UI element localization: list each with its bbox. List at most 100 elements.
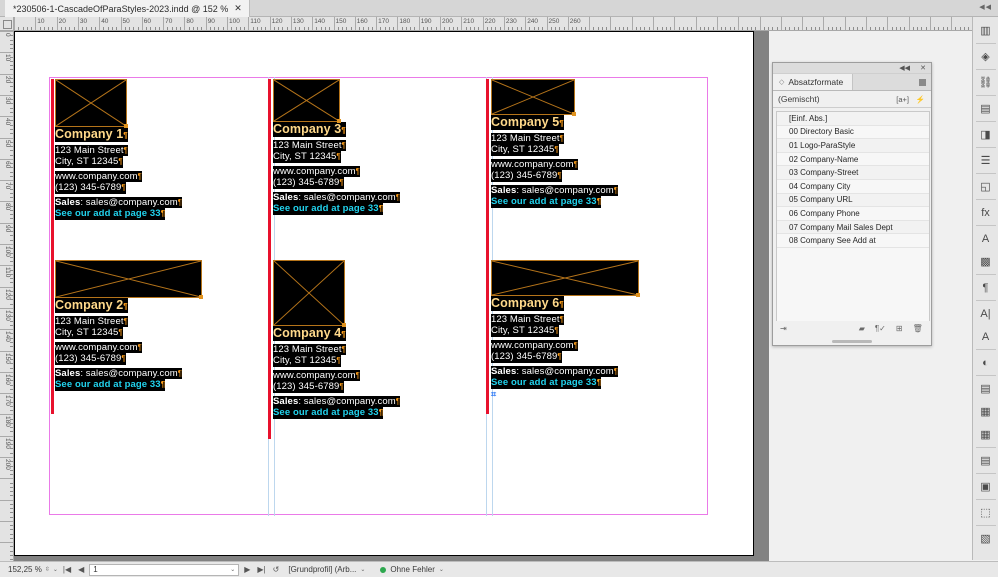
company-name: Company 4¶ bbox=[273, 326, 346, 341]
character-styles-panel-icon[interactable]: A| bbox=[974, 302, 998, 325]
company-text-block[interactable]: Company 5¶123 Main Street¶City, ST 12345… bbox=[491, 115, 618, 208]
panel-menu-icon[interactable] bbox=[919, 79, 926, 86]
color-panel-icon[interactable]: ◨ bbox=[974, 123, 998, 146]
pathfinder-panel-icon[interactable]: ▣ bbox=[974, 475, 998, 498]
paragraph-style-item[interactable]: 02 Company-Name bbox=[777, 153, 929, 167]
paragraph-style-label: 03 Company-Street bbox=[789, 168, 858, 177]
delete-style-icon[interactable]: 🗑 bbox=[913, 325, 923, 333]
last-page-button[interactable]: ▶| bbox=[257, 565, 265, 574]
links-panel-icon[interactable]: ⛓ bbox=[974, 71, 998, 94]
logo-image-frame[interactable] bbox=[273, 79, 340, 122]
paragraph-styles-panel[interactable]: ◀◀ ✕ ◇ Absatzformate (Gemischt) [a+] ⚡ [… bbox=[772, 62, 932, 346]
cell-styles-panel-icon[interactable]: ▦ bbox=[974, 400, 998, 423]
chevron-down-icon[interactable]: ⌄ bbox=[53, 566, 58, 573]
logo-image-frame[interactable] bbox=[55, 260, 202, 298]
paragraph-style-item[interactable]: 01 Logo-ParaStyle bbox=[777, 139, 929, 153]
logo-image-frame[interactable] bbox=[491, 260, 639, 296]
close-icon[interactable]: ✕ bbox=[234, 3, 242, 14]
company-text-block[interactable]: Company 6¶123 Main Street¶City, ST 12345… bbox=[491, 296, 639, 389]
new-style-icon[interactable]: ⊞ bbox=[896, 325, 903, 333]
effects-panel-icon[interactable]: fx bbox=[974, 201, 998, 224]
company-text-block[interactable]: Company 3¶123 Main Street¶City, ST 12345… bbox=[273, 122, 400, 215]
panel-footer[interactable]: ⇥ ▰ ¶✓ ⊞ 🗑 bbox=[776, 321, 930, 336]
clear-overrides-pilcrow-icon[interactable]: ¶✓ bbox=[875, 325, 886, 333]
collapse-icon[interactable]: ◀◀ bbox=[979, 4, 992, 11]
close-icon[interactable]: ✕ bbox=[920, 64, 926, 72]
paragraph-style-item[interactable]: 07 Company Mail Sales Dept bbox=[777, 221, 929, 235]
apply-next-style-icon[interactable]: [a+] bbox=[896, 95, 909, 104]
pages-panel-icon[interactable]: ▥ bbox=[974, 19, 998, 42]
company-city: City, ST 12345¶ bbox=[491, 325, 559, 337]
first-page-button[interactable]: |◀ bbox=[63, 565, 71, 574]
zoom-level-value[interactable]: 152,25 % bbox=[8, 565, 42, 574]
chevron-down-icon[interactable]: ⌄ bbox=[439, 566, 444, 573]
gradient-panel-icon[interactable]: ◱ bbox=[974, 175, 998, 198]
company-block[interactable]: Company 4¶123 Main Street¶City, ST 12345… bbox=[273, 260, 400, 419]
company-name: Company 5¶ bbox=[491, 115, 564, 130]
company-url: www.company.com¶ bbox=[273, 166, 360, 178]
preflight-profile[interactable]: [Grundprofil] (Arb... ⌄ bbox=[288, 565, 365, 574]
preflight-status[interactable]: Ohne Fehler ⌄ bbox=[380, 565, 444, 574]
company-text-block[interactable]: Company 1¶123 Main Street¶City, ST 12345… bbox=[55, 127, 182, 220]
paragraph-style-item[interactable]: 05 Company URL bbox=[777, 194, 929, 208]
panel-resize-grip[interactable] bbox=[832, 340, 872, 343]
document-canvas[interactable]: Company 1¶123 Main Street¶City, ST 12345… bbox=[14, 31, 769, 561]
paragraph-style-item[interactable]: 03 Company-Street bbox=[777, 166, 929, 180]
next-page-button[interactable]: ▶ bbox=[244, 565, 250, 574]
company-block[interactable]: Company 1¶123 Main Street¶City, ST 12345… bbox=[55, 79, 182, 220]
company-block[interactable]: Company 5¶123 Main Street¶City, ST 12345… bbox=[491, 79, 618, 208]
glyphs-panel-icon[interactable]: A bbox=[974, 325, 998, 348]
logo-image-frame[interactable] bbox=[491, 79, 575, 115]
table-styles-panel-icon[interactable]: ▦ bbox=[974, 423, 998, 446]
panel-dock[interactable]: ▥◈⛓▤◨☰◱fxA▩¶A|A◐▤▦▦▤▣⬚▧ bbox=[972, 17, 998, 560]
page-navigation-next[interactable]: ▶ ▶| ↺ bbox=[244, 565, 279, 574]
paragraph-style-item[interactable]: [Einf. Abs.] bbox=[777, 112, 929, 126]
logo-image-frame[interactable] bbox=[55, 79, 127, 127]
page-number-value[interactable]: 1 bbox=[93, 565, 97, 574]
window-controls[interactable]: ◀◀ bbox=[979, 3, 992, 11]
layers-panel-icon[interactable]: ◈ bbox=[974, 45, 998, 68]
spread[interactable]: Company 1¶123 Main Street¶City, ST 12345… bbox=[14, 31, 754, 556]
quick-apply-icon[interactable]: ⚡ bbox=[916, 95, 925, 104]
company-url: www.company.com¶ bbox=[273, 370, 360, 382]
paragraph-style-item[interactable]: 06 Company Phone bbox=[777, 207, 929, 221]
panel-tab-row[interactable]: ◇ Absatzformate bbox=[773, 74, 931, 91]
align-panel-icon[interactable]: ▤ bbox=[974, 449, 998, 472]
paragraph-style-item[interactable]: 00 Directory Basic bbox=[777, 126, 929, 140]
cc-libraries-panel-icon[interactable]: ▤ bbox=[974, 97, 998, 120]
paragraph-style-item[interactable]: 04 Company City bbox=[777, 180, 929, 194]
paragraph-style-item[interactable]: 08 Company See Add at bbox=[777, 234, 929, 248]
previous-page-button[interactable]: ◀ bbox=[78, 565, 84, 574]
pasteboard[interactable]: Company 1¶123 Main Street¶City, ST 12345… bbox=[14, 31, 769, 561]
transform-panel-icon[interactable]: ⬚ bbox=[974, 501, 998, 524]
paragraph-styles-panel-icon[interactable]: ¶ bbox=[974, 276, 998, 299]
vertical-ruler[interactable]: 0102030405060708090100110120130140150160… bbox=[0, 31, 14, 561]
company-block[interactable]: Company 6¶123 Main Street¶City, ST 12345… bbox=[491, 260, 639, 400]
page-navigation[interactable]: |◀ ◀ bbox=[63, 565, 84, 574]
company-block[interactable]: Company 2¶123 Main Street¶City, ST 12345… bbox=[55, 260, 202, 391]
chevron-down-icon[interactable]: ⌄ bbox=[360, 566, 365, 573]
panel-title-bar[interactable]: ◀◀ ✕ bbox=[773, 63, 931, 74]
document-tab[interactable]: *230506-1-CascadeOfParaStyles-2023.indd … bbox=[5, 0, 250, 17]
character-panel-icon[interactable]: A bbox=[974, 227, 998, 250]
company-text-block[interactable]: Company 2¶123 Main Street¶City, ST 12345… bbox=[55, 298, 202, 391]
page-number-field[interactable]: 1 ⌄ bbox=[89, 564, 239, 576]
company-text-block[interactable]: Company 4¶123 Main Street¶City, ST 12345… bbox=[273, 326, 400, 419]
object-styles-panel-icon[interactable]: ▩ bbox=[974, 250, 998, 273]
properties-panel-icon[interactable]: ▧ bbox=[974, 527, 998, 550]
collapse-icon[interactable]: ◀◀ bbox=[899, 64, 910, 72]
history-icon[interactable]: ↺ bbox=[273, 565, 280, 574]
stroke-panel-icon[interactable]: ☰ bbox=[974, 149, 998, 172]
ruler-origin-widget[interactable] bbox=[0, 17, 14, 31]
text-wrap-panel-icon[interactable]: ◐ bbox=[974, 351, 998, 374]
tab-paragraph-styles[interactable]: ◇ Absatzformate bbox=[773, 74, 853, 90]
clear-overrides-icon[interactable]: ⇥ bbox=[780, 325, 787, 333]
paragraph-style-list[interactable]: [Einf. Abs.]00 Directory Basic01 Logo-Pa… bbox=[776, 111, 930, 327]
table-panel-icon[interactable]: ▤ bbox=[974, 377, 998, 400]
horizontal-ruler[interactable]: 1020304050607080901001101201301401501601… bbox=[14, 17, 998, 31]
zoom-control[interactable]: 152,25 % ⇳ ⌄ bbox=[8, 565, 58, 574]
new-style-group-icon[interactable]: ▰ bbox=[859, 325, 865, 333]
logo-image-frame[interactable] bbox=[273, 260, 345, 326]
chevron-down-icon[interactable]: ⌄ bbox=[230, 566, 235, 573]
company-block[interactable]: Company 3¶123 Main Street¶City, ST 12345… bbox=[273, 79, 400, 215]
